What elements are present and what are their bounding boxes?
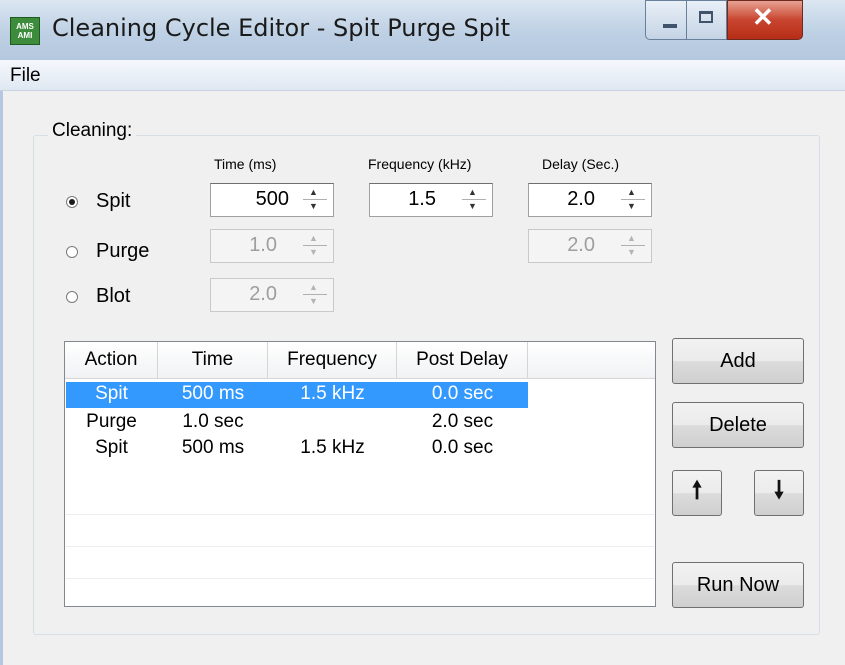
app-icon: AMS AMI (10, 17, 40, 45)
cleaning-group-label: Cleaning: (48, 120, 137, 142)
row-2-time: 1.0 sec (182, 411, 244, 432)
spit-frequency-value: 1.5 (408, 188, 436, 210)
window-title: Cleaning Cycle Editor - Spit Purge Spit (52, 14, 511, 42)
time-header: Time (ms) (214, 156, 277, 172)
list-gridline (66, 546, 654, 547)
close-icon: ✕ (752, 2, 774, 32)
purge-time-spinner[interactable]: 1.0 (210, 229, 334, 263)
run-now-button[interactable]: Run Now (672, 562, 804, 608)
move-up-button[interactable]: 🠕 (672, 470, 722, 516)
row-1-action[interactable]: Spit (65, 383, 158, 405)
add-button[interactable]: Add (672, 338, 804, 384)
list-gridline (66, 514, 654, 515)
row-3-time: 500 ms (181, 437, 245, 458)
purge-delay-spin-icon[interactable] (621, 233, 645, 259)
purge-delay-spinner[interactable]: 2.0 (528, 229, 652, 263)
frequency-header: Frequency (kHz) (368, 156, 472, 172)
minimize-button[interactable] (645, 0, 687, 40)
maximize-icon (699, 11, 713, 23)
row-3-action[interactable]: Spit (65, 437, 158, 459)
column-time[interactable]: Time (158, 342, 268, 378)
menu-file[interactable]: File (10, 65, 41, 87)
spit-label: Spit (96, 190, 131, 212)
purge-delay-value: 2.0 (567, 234, 595, 256)
row-3-post-delay: 0.0 sec (431, 437, 494, 458)
blot-time-spin-icon[interactable] (303, 282, 327, 308)
blot-time-spinner[interactable]: 2.0 (210, 278, 334, 312)
purge-time-spin-icon[interactable] (303, 233, 327, 259)
spit-delay-spin-icon[interactable] (621, 187, 645, 213)
purge-radio[interactable] (66, 246, 78, 258)
spit-radio[interactable] (66, 196, 78, 208)
spit-frequency-spin-icon[interactable] (462, 187, 486, 213)
purge-time-value: 1.0 (249, 234, 277, 256)
spit-delay-spinner[interactable]: 2.0 (528, 183, 652, 217)
row-3-frequency: 1.5 kHz (300, 437, 365, 458)
spit-time-value: 500 (255, 188, 289, 210)
delete-button[interactable]: Delete (672, 402, 804, 448)
row-2-action[interactable]: Purge (65, 411, 158, 433)
column-post-delay[interactable]: Post Delay (397, 342, 528, 378)
column-action[interactable]: Action (65, 342, 158, 378)
spit-time-spin-icon[interactable] (303, 187, 327, 213)
cycle-list[interactable] (64, 341, 656, 607)
row-1-time: 500 ms (181, 383, 245, 404)
delay-header: Delay (Sec.) (542, 156, 620, 172)
row-2-post-delay: 2.0 sec (431, 411, 494, 432)
spit-frequency-spinner[interactable]: 1.5 (369, 183, 493, 217)
row-1-frequency: 1.5 kHz (300, 383, 365, 404)
menu-bar (0, 60, 845, 91)
blot-radio[interactable] (66, 291, 78, 303)
blot-label: Blot (96, 285, 131, 307)
arrow-down-icon: 🠗 (773, 476, 785, 504)
minimize-icon (663, 24, 677, 28)
list-gridline (66, 578, 654, 579)
row-1-post-delay: 0.0 sec (431, 383, 494, 404)
column-frequency[interactable]: Frequency (268, 342, 397, 378)
spit-time-spinner[interactable]: 500 (210, 183, 334, 217)
purge-label: Purge (96, 240, 150, 262)
arrow-up-icon: 🠕 (691, 476, 703, 504)
move-down-button[interactable]: 🠗 (754, 470, 804, 516)
spit-delay-value: 2.0 (567, 188, 595, 210)
blot-time-value: 2.0 (249, 283, 277, 305)
